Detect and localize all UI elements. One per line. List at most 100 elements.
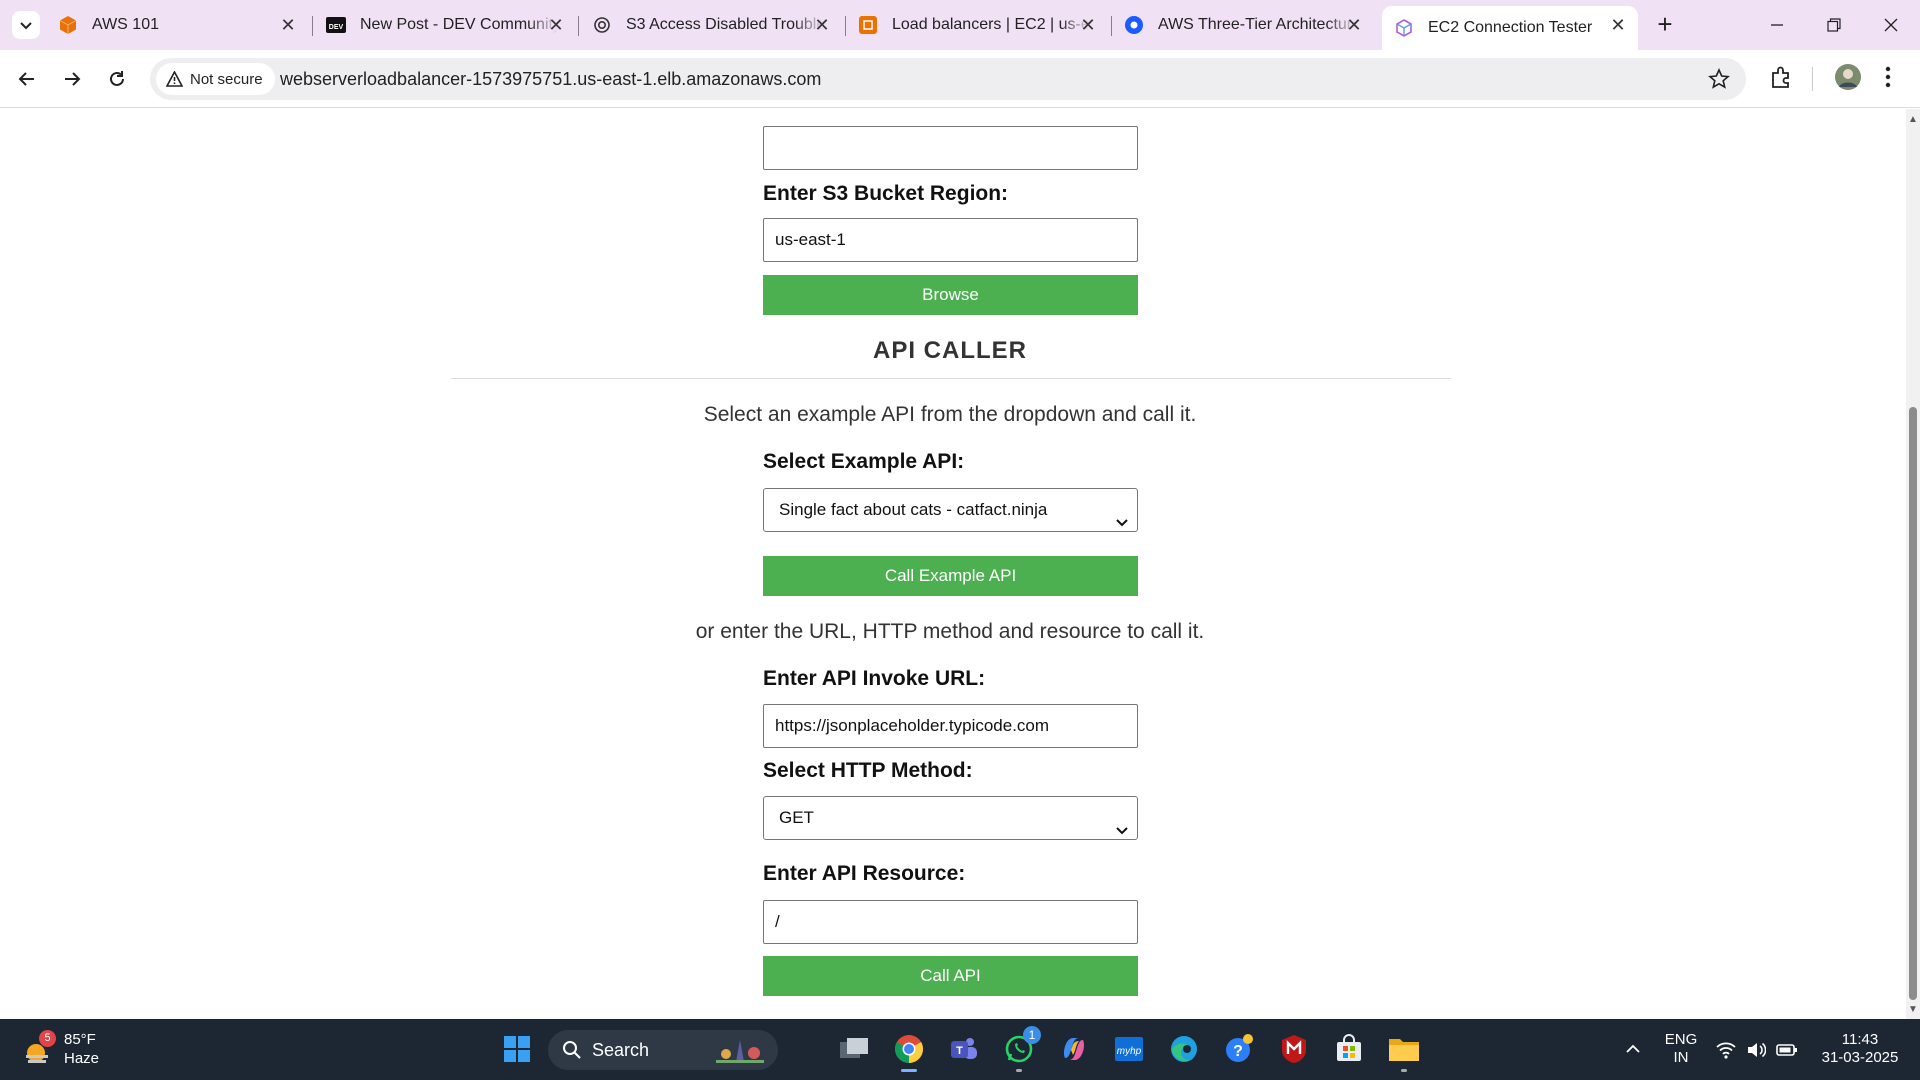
or-text: or enter the URL, HTTP method and resour…	[695, 620, 1205, 643]
security-label: Not secure	[190, 70, 263, 88]
url-text[interactable]: webserverloadbalancer-1573975751.us-east…	[280, 69, 821, 90]
tab-title: Load balancers | EC2 | us-east-1	[892, 16, 1090, 33]
minimize-button[interactable]	[1762, 10, 1792, 40]
copilot-icon	[1063, 1038, 1085, 1060]
tab-dev-community[interactable]: DEV New Post - DEV Community ✕	[314, 6, 576, 44]
address-bar[interactable]: Not secure webserverloadbalancer-1573975…	[150, 58, 1746, 100]
taskbar-edge[interactable]	[1164, 1029, 1204, 1069]
weather-temp: 85°F	[64, 1031, 96, 1048]
close-tab-icon[interactable]: ✕	[1608, 15, 1628, 35]
windows-logo-icon	[504, 1036, 530, 1062]
tab-strip: AWS 101 ✕ DEV New Post - DEV Community ✕…	[0, 0, 1920, 50]
page-scrollbar[interactable]: ▲ ▼	[1906, 109, 1920, 1019]
taskbar-myhp[interactable]: myhp	[1109, 1029, 1149, 1069]
profile-avatar[interactable]	[1834, 63, 1862, 96]
scrollbar-thumb[interactable]	[1909, 407, 1917, 1000]
tab-separator	[312, 16, 313, 36]
tab-title: S3 Access Disabled Troubleshooting	[626, 16, 824, 33]
scroll-up-icon[interactable]: ▲	[1908, 115, 1918, 125]
more-menu-icon[interactable]	[1884, 64, 1892, 95]
scroll-down-icon[interactable]: ▼	[1908, 1005, 1918, 1015]
tab-title: EC2 Connection Tester	[1428, 19, 1593, 36]
active-indicator	[901, 1069, 917, 1072]
section-divider	[451, 378, 1451, 379]
taskbar-copilot[interactable]	[1054, 1029, 1094, 1069]
invoke-url-input[interactable]: https://jsonplaceholder.typicode.com	[763, 704, 1138, 748]
chevron-down-icon	[1115, 811, 1129, 853]
warning-icon	[166, 71, 183, 87]
reload-button[interactable]	[101, 63, 133, 95]
bookmark-star-icon[interactable]	[1708, 68, 1730, 95]
tab-aws-101[interactable]: AWS 101 ✕	[46, 6, 308, 44]
svg-text:?: ?	[1233, 1043, 1243, 1060]
mcafee-icon	[1282, 1035, 1306, 1063]
new-tab-button[interactable]: +	[1652, 11, 1678, 38]
restore-button[interactable]	[1819, 10, 1849, 40]
s3-region-label: Enter S3 Bucket Region:	[763, 182, 1009, 205]
aws-cube-icon	[58, 15, 78, 35]
api-resource-input[interactable]: /	[763, 900, 1138, 944]
taskbar-help[interactable]: ?	[1219, 1029, 1259, 1069]
example-api-select[interactable]: Single fact about cats - catfact.ninja	[763, 488, 1138, 532]
whatsapp-badge: 1	[1023, 1026, 1041, 1044]
tab-title: AWS Three-Tier Architecture	[1158, 16, 1356, 33]
help-icon: ?	[1226, 1034, 1253, 1062]
start-button[interactable]	[497, 1029, 537, 1069]
clock[interactable]: 11:43 31-03-2025	[1810, 1031, 1910, 1067]
taskbar-file-explorer[interactable]	[1384, 1029, 1424, 1072]
close-tab-icon[interactable]: ✕	[812, 15, 832, 35]
close-tab-icon[interactable]: ✕	[278, 15, 298, 35]
show-hidden-icons-button[interactable]	[1613, 1029, 1653, 1069]
reload-icon	[110, 71, 124, 86]
close-window-button[interactable]	[1876, 10, 1906, 40]
region-code: IN	[1673, 1049, 1689, 1066]
taskbar-whatsapp[interactable]: 1	[999, 1026, 1041, 1072]
browse-button[interactable]: Browse	[763, 275, 1138, 315]
running-indicator	[1401, 1069, 1407, 1072]
http-method-label: Select HTTP Method:	[763, 759, 973, 782]
language-indicator[interactable]: ENG IN	[1660, 1031, 1702, 1067]
taskbar-chrome[interactable]	[889, 1029, 929, 1072]
tab-s3-access[interactable]: S3 Access Disabled Troubleshooting ✕	[580, 6, 842, 44]
volume-icon	[1748, 1042, 1766, 1058]
s3-region-input[interactable]: us-east-1	[763, 218, 1138, 262]
extensions-icon[interactable]	[1768, 64, 1794, 95]
back-button[interactable]	[11, 63, 43, 95]
cube-icon	[1394, 18, 1414, 38]
tab-title: AWS 101	[92, 16, 159, 33]
example-api-label: Select Example API:	[763, 450, 965, 473]
call-api-button[interactable]: Call API	[763, 956, 1138, 996]
close-tab-icon[interactable]: ✕	[546, 15, 566, 35]
forward-button[interactable]	[56, 63, 88, 95]
myhp-icon: myhp	[1115, 1037, 1143, 1061]
weather-widget[interactable]: 5 85°F Haze	[20, 1029, 140, 1071]
call-example-api-button[interactable]: Call Example API	[763, 556, 1138, 596]
close-tab-icon[interactable]: ✕	[1344, 15, 1364, 35]
browser-toolbar: Not secure webserverloadbalancer-1573975…	[0, 50, 1920, 108]
search-icon	[562, 1040, 582, 1060]
site-info-button[interactable]: Not secure	[156, 63, 275, 95]
folder-icon	[1389, 1039, 1419, 1061]
minimize-icon	[1771, 24, 1783, 26]
tab-search-button[interactable]	[12, 11, 40, 39]
http-method-selected: GET	[779, 808, 814, 827]
task-view-button[interactable]	[834, 1029, 874, 1069]
system-tray-status[interactable]	[1716, 1041, 1798, 1059]
chevron-down-icon	[20, 22, 32, 30]
tab-three-tier[interactable]: AWS Three-Tier Architecture ✕	[1112, 6, 1374, 44]
taskbar-store[interactable]	[1329, 1029, 1369, 1069]
s3-bucket-name-input[interactable]	[763, 126, 1138, 170]
running-indicator	[1016, 1069, 1022, 1072]
battery-icon	[1776, 1044, 1797, 1056]
tab-ec2-connection-tester[interactable]: EC2 Connection Tester ✕	[1382, 6, 1638, 50]
api-intro-text: Select an example API from the dropdown …	[703, 403, 1197, 426]
svg-text:myhp: myhp	[1117, 1046, 1142, 1057]
close-tab-icon[interactable]: ✕	[1078, 15, 1098, 35]
taskbar-mcafee[interactable]	[1274, 1029, 1314, 1069]
taskbar-teams[interactable]: T	[944, 1029, 984, 1069]
page-viewport: Enter S3 Bucket Region: us-east-1 Browse…	[0, 109, 1906, 1019]
tab-load-balancers[interactable]: Load balancers | EC2 | us-east-1 ✕	[846, 6, 1108, 44]
taskbar-search[interactable]: Search	[548, 1030, 778, 1070]
http-method-select[interactable]: GET	[763, 796, 1138, 840]
clock-time: 11:43	[1841, 1031, 1879, 1048]
